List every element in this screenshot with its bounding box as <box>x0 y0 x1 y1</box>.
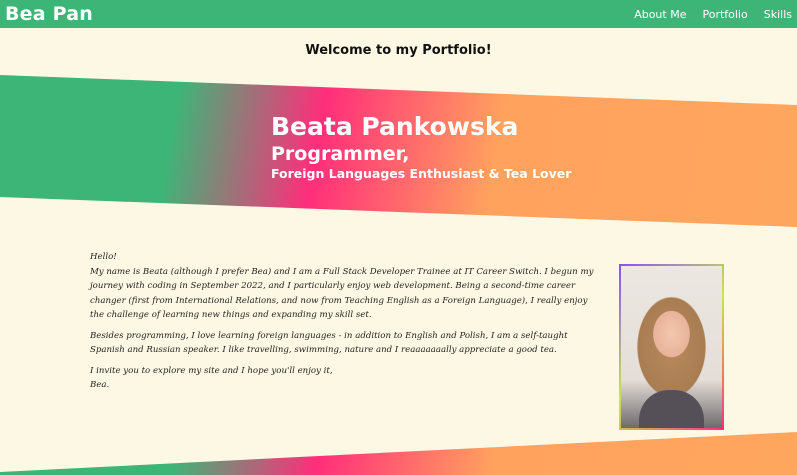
nav-link-portfolio[interactable]: Portfolio <box>694 8 755 21</box>
navbar: Bea Pan About Me Portfolio Skills <box>0 0 797 28</box>
brand-link[interactable]: Bea Pan <box>0 3 93 25</box>
hero-subtitle: Foreign Languages Enthusiast & Tea Lover <box>271 166 572 181</box>
about-section: Hello! My name is Beata (although I pref… <box>90 250 600 393</box>
nav-link-skills[interactable]: Skills <box>756 8 792 21</box>
nav-link-about-me[interactable]: About Me <box>626 8 694 21</box>
about-paragraph-1: My name is Beata (although I prefer Bea)… <box>90 266 594 321</box>
hero-text: Beata Pankowska Programmer, Foreign Lang… <box>271 113 571 183</box>
welcome-heading: Welcome to my Portfolio! <box>305 43 492 58</box>
hero-name: Beata Pankowska <box>271 112 519 141</box>
hero-title: Programmer, <box>271 143 410 165</box>
nav-links: About Me Portfolio Skills <box>626 8 797 21</box>
photo-shirt <box>639 390 704 428</box>
profile-photo <box>621 266 722 428</box>
about-paragraph-2: Besides programming, I love learning for… <box>90 330 568 356</box>
about-signoff: Bea. <box>90 380 110 390</box>
about-greeting: Hello! <box>90 252 117 262</box>
about-paragraph-3: I invite you to explore my site and I ho… <box>90 365 333 376</box>
footer-band <box>0 432 797 475</box>
profile-photo-frame <box>619 264 724 430</box>
